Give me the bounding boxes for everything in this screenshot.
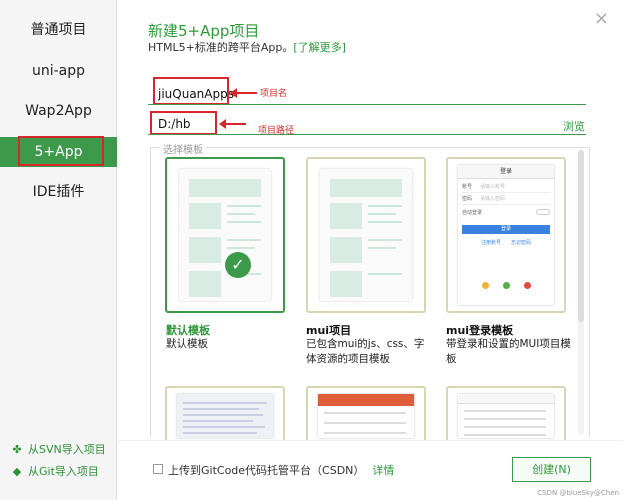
login-password-placeholder: 请输入密码 <box>480 196 506 202</box>
project-path-highlight-box <box>150 111 217 135</box>
template-group-label: 选择模板 <box>160 141 206 156</box>
page-subtitle: HTML5+标准的跨平台App。[了解更多] <box>148 39 346 55</box>
create-button[interactable]: 创建(N) <box>512 457 591 482</box>
template-preview <box>177 394 273 438</box>
details-link[interactable]: 详情 <box>372 464 394 477</box>
login-auto-label: 自动登录 <box>462 210 483 216</box>
wechat-icon <box>502 282 510 289</box>
project-name-underline <box>148 104 586 105</box>
git-icon: ◆ <box>12 464 22 478</box>
qq-icon <box>481 282 489 289</box>
login-account-label: 账号 <box>462 184 473 190</box>
upload-label: 上传到GitCode代码托管平台（CSDN） <box>168 464 365 477</box>
template-preview <box>179 169 271 301</box>
weibo-icon <box>523 282 531 289</box>
project-path-underline <box>148 134 586 135</box>
login-preview-button: 登录 <box>462 225 550 234</box>
upload-option: 上传到GitCode代码托管平台（CSDN） 详情 <box>168 462 394 478</box>
subtitle-text: HTML5+标准的跨平台App。 <box>148 41 294 54</box>
sidebar-item-uni-app[interactable]: uni-app <box>0 56 117 86</box>
import-svn-label: 从SVN导入项目 <box>28 443 106 456</box>
learn-more-link[interactable]: [了解更多] <box>293 41 346 54</box>
page-title: 新建5+App项目 <box>148 22 260 40</box>
login-forgot-link: 忘记密码 <box>511 240 532 246</box>
import-git-link[interactable]: ◆ 从Git导入项目 <box>12 463 99 479</box>
template-desc-mui: 已包含mui的js、css、字体资源的项目模板 <box>306 338 425 365</box>
arrow-icon <box>230 88 257 98</box>
template-desc-mui-login: 带登录和设置的MUI项目模板 <box>446 338 571 365</box>
template-title-mui: mui项目 <box>306 324 352 337</box>
login-preview: 登录 账号 请输入账号 密码 请输入密码 自动登录 登录 注册账号 忘记密码 <box>458 165 554 305</box>
annotation-highlight-box <box>18 136 104 166</box>
template-card-row2-2[interactable] <box>306 386 426 446</box>
template-card-row2-3[interactable] <box>446 386 566 446</box>
watermark: CSDN @blueSky@Chen <box>537 489 619 497</box>
toggle-icon <box>536 209 550 215</box>
selected-check-icon: ✓ <box>225 252 251 278</box>
close-icon[interactable]: × <box>594 8 609 29</box>
sidebar: 普通项目 uni-app Wap2App 5+App IDE插件 ✤ 从SVN导… <box>0 0 117 500</box>
template-desc-default: 默认模板 <box>166 338 208 350</box>
template-title-mui-login: mui登录模板 <box>446 324 514 337</box>
login-password-label: 密码 <box>462 196 473 202</box>
login-account-placeholder: 请输入账号 <box>480 184 506 190</box>
template-card-mui-login[interactable]: 登录 账号 请输入账号 密码 请输入密码 自动登录 登录 注册账号 忘记密码 <box>446 157 566 313</box>
template-card-default[interactable]: ✓ <box>165 157 285 313</box>
template-preview <box>320 169 412 301</box>
svn-icon: ✤ <box>12 442 22 456</box>
upload-checkbox[interactable] <box>153 464 163 474</box>
sidebar-item-wap2app[interactable]: Wap2App <box>0 96 117 126</box>
template-card-row2-1[interactable] <box>165 386 285 446</box>
project-name-highlight-box <box>153 77 229 105</box>
template-title-default: 默认模板 <box>166 324 210 337</box>
scrollbar-thumb[interactable] <box>578 150 584 322</box>
login-register-link: 注册账号 <box>480 240 501 246</box>
project-name-annotation: 项目名 <box>260 89 288 99</box>
template-card-mui[interactable] <box>306 157 426 313</box>
login-preview-header: 登录 <box>458 165 554 179</box>
import-git-label: 从Git导入项目 <box>28 465 99 478</box>
import-svn-link[interactable]: ✤ 从SVN导入项目 <box>12 441 106 457</box>
template-preview <box>318 394 414 438</box>
template-preview <box>458 394 554 438</box>
project-path-annotation: 项目路径 <box>258 126 295 136</box>
arrow-icon <box>219 119 246 129</box>
sidebar-item-normal-project[interactable]: 普通项目 <box>0 15 117 45</box>
sidebar-item-ide-plugin[interactable]: IDE插件 <box>0 177 117 207</box>
main-panel: 新建5+App项目 HTML5+标准的跨平台App。[了解更多] × jiuQu… <box>118 0 623 500</box>
browse-button[interactable]: 浏览 <box>563 118 585 134</box>
